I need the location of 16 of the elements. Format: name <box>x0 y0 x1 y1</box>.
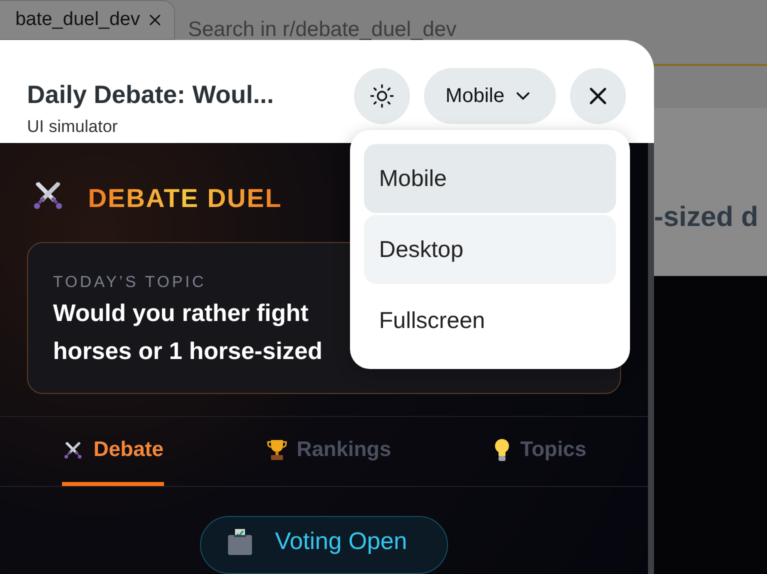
topic-label: TODAY’S TOPIC <box>53 273 208 293</box>
modal-subtitle: UI simulator <box>27 116 119 138</box>
view-mode-dropdown[interactable]: Mobile <box>424 68 556 124</box>
nav-tab[interactable]: Debate <box>62 417 164 486</box>
topic-text: horses or 1 horse-sized <box>53 337 322 367</box>
browser-tab[interactable]: bate_duel_dev <box>0 0 175 40</box>
menu-item[interactable]: Mobile <box>364 144 616 213</box>
modal-title: Daily Debate: Woul... <box>27 80 275 110</box>
trophy-icon <box>266 438 287 460</box>
sun-icon <box>369 83 395 109</box>
topic-text: Would you rather fight <box>53 299 309 329</box>
light-bulb-icon <box>494 438 510 462</box>
status-text: Voting Open <box>274 527 408 557</box>
menu-item[interactable]: Desktop <box>364 215 616 284</box>
ballot-box-icon <box>226 528 253 556</box>
background-heading: -sized d <box>654 200 758 234</box>
